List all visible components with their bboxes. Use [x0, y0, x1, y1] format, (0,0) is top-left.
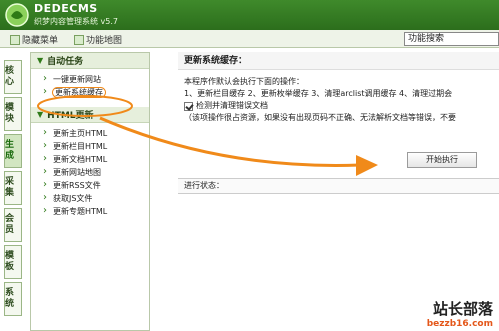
tab-member[interactable]: 会员: [4, 208, 22, 242]
site-map-icon: [74, 34, 84, 45]
watermark: 站长部落 bezzb16.com: [427, 298, 493, 329]
brand-subtitle: 织梦内容管理系统 v5.7: [34, 17, 118, 26]
start-button[interactable]: 开始执行: [407, 152, 477, 168]
hide-menu-button[interactable]: 隐藏菜单: [10, 33, 58, 46]
warning-note: （该项操作很占资源，如果没有出现页码不正确、无法解析文档等错误，不要: [184, 113, 456, 122]
chevron-down-icon: ▼: [37, 56, 44, 65]
checkbox[interactable]: [184, 101, 193, 111]
site-map-button[interactable]: 功能地图: [74, 33, 122, 46]
toolbar: 隐藏菜单 功能地图 功能搜索: [0, 30, 499, 48]
hide-menu-label: 隐藏菜单: [22, 36, 59, 46]
menu-item-update-topic[interactable]: 更新专题HTML: [31, 204, 149, 218]
site-map-label: 功能地图: [86, 36, 123, 46]
chevron-down-icon: ▼: [37, 110, 44, 119]
section-auto-tasks[interactable]: ▼ 自动任务: [31, 53, 149, 69]
page-title: 更新系统缓存：: [178, 52, 499, 70]
menu-item-update-home[interactable]: 更新主页HTML: [31, 126, 149, 140]
cleanup-checkbox-row[interactable]: 检测并清理错误文档: [178, 100, 499, 112]
checkbox-label: 检测并清理错误文档: [196, 101, 268, 110]
watermark-title: 站长部落: [432, 300, 493, 318]
tab-template[interactable]: 模板: [4, 245, 22, 279]
status-label: 进行状态：: [184, 181, 224, 190]
menu-item-get-js[interactable]: 获取JS文件: [31, 191, 149, 205]
status-row: 进行状态：: [178, 178, 499, 194]
menu-item-update-site[interactable]: 一键更新网站: [31, 72, 149, 86]
menu-item-update-doc[interactable]: 更新文档HTML: [31, 152, 149, 166]
section-html-update[interactable]: ▼ HTML更新: [31, 107, 149, 123]
tab-core[interactable]: 核心: [4, 60, 22, 94]
brand-title: DEDECMS: [34, 2, 98, 15]
menu-item-update-column[interactable]: 更新栏目HTML: [31, 139, 149, 153]
menu-item-update-sitemap[interactable]: 更新网站地图: [31, 165, 149, 179]
description-intro: 本程序作默认会执行下面的操作：: [184, 77, 304, 86]
main-content: 更新系统缓存： 本程序作默认会执行下面的操作： 1、更新栏目缓存 2、更新枚举缓…: [178, 52, 499, 331]
tab-collect[interactable]: 采集: [4, 171, 22, 205]
vertical-tabs: 核心 模块 生成 采集 会员 模板 系统: [4, 60, 22, 319]
dede-logo-icon: [5, 3, 29, 27]
hide-menu-icon: [10, 34, 20, 45]
menu-item-update-rss[interactable]: 更新RSS文件: [31, 178, 149, 192]
menu-item-update-cache[interactable]: 更新系统缓存: [31, 85, 149, 99]
description-steps: 1、更新栏目缓存 2、更新枚举缓存 3、清理arclist调用缓存 4、清理过期…: [184, 89, 453, 98]
watermark-url: bezzb16.com: [426, 319, 493, 329]
tab-generate[interactable]: 生成: [4, 134, 22, 168]
tab-module[interactable]: 模块: [4, 97, 22, 131]
left-menu: ▼ 自动任务 一键更新网站 更新系统缓存 ▼ HTML更新 更新主页HTML 更…: [30, 52, 150, 331]
app-header: DEDECMS 织梦内容管理系统 v5.7: [0, 0, 499, 30]
tab-system[interactable]: 系统: [4, 282, 22, 316]
function-search-input[interactable]: 功能搜索: [404, 32, 499, 46]
